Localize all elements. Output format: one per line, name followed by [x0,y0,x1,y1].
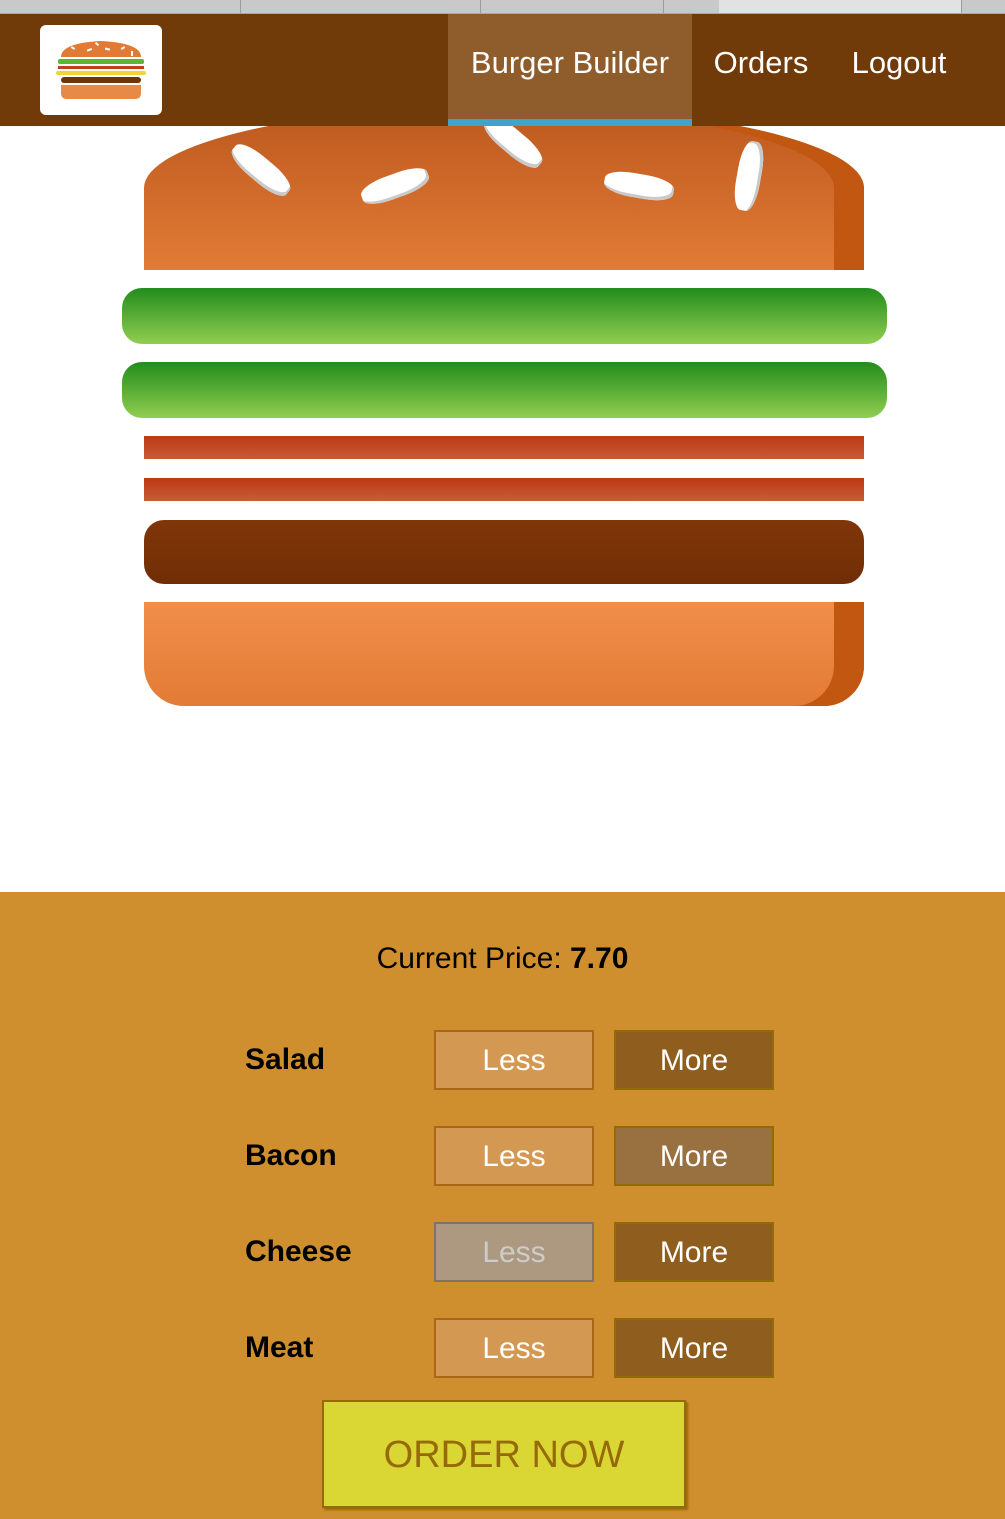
sesame-seed [602,168,676,204]
bacon-less-button[interactable]: Less [434,1126,594,1186]
control-label: Bacon [245,1139,337,1172]
burger-logo-icon [56,41,146,99]
bacon-layer [144,478,864,501]
control-row-salad: Salad Less More [0,1030,1005,1090]
toolbar: Burger Builder Orders Logout [0,14,1005,126]
sesame-seed [226,138,296,202]
browser-tab[interactable] [0,0,241,13]
nav-burger-builder[interactable]: Burger Builder [448,14,692,126]
bread-top [144,126,864,270]
nav-orders[interactable]: Orders [692,14,830,126]
salad-layer [122,362,887,418]
control-row-meat: Meat Less More [0,1318,1005,1378]
sesame-seed [358,162,432,210]
browser-tab[interactable] [663,0,720,13]
salad-layer [122,288,887,344]
logo[interactable] [40,25,162,115]
build-controls: Current Price: 7.70 Salad Less More Baco… [0,892,1005,1519]
control-label: Salad [245,1043,326,1076]
control-row-cheese: Cheese Less More [0,1222,1005,1282]
bacon-more-button[interactable]: More [614,1126,774,1186]
control-label: Cheese [245,1235,352,1268]
sesame-seed [731,139,767,213]
meat-less-button[interactable]: Less [434,1318,594,1378]
order-now-button[interactable]: ORDER NOW [322,1400,686,1508]
browser-tab-active[interactable] [719,0,962,13]
meat-layer [144,520,864,584]
price-value: 7.70 [570,942,629,975]
bacon-layer [144,436,864,459]
control-label: Meat [245,1331,314,1364]
salad-more-button[interactable]: More [614,1030,774,1090]
bread-bottom [144,602,864,706]
meat-more-button[interactable]: More [614,1318,774,1378]
browser-tab[interactable] [240,0,481,13]
browser-tab[interactable] [480,0,664,13]
browser-tab-strip [0,0,1005,14]
current-price: Current Price: 7.70 [0,942,1005,976]
cheese-more-button[interactable]: More [614,1222,774,1282]
sesame-seed [478,126,548,174]
price-label: Current Price: [376,942,562,975]
salad-less-button[interactable]: Less [434,1030,594,1090]
burger-preview [0,126,1005,892]
nav-logout[interactable]: Logout [830,14,968,126]
cheese-less-button[interactable]: Less [434,1222,594,1282]
control-row-bacon: Bacon Less More [0,1126,1005,1186]
